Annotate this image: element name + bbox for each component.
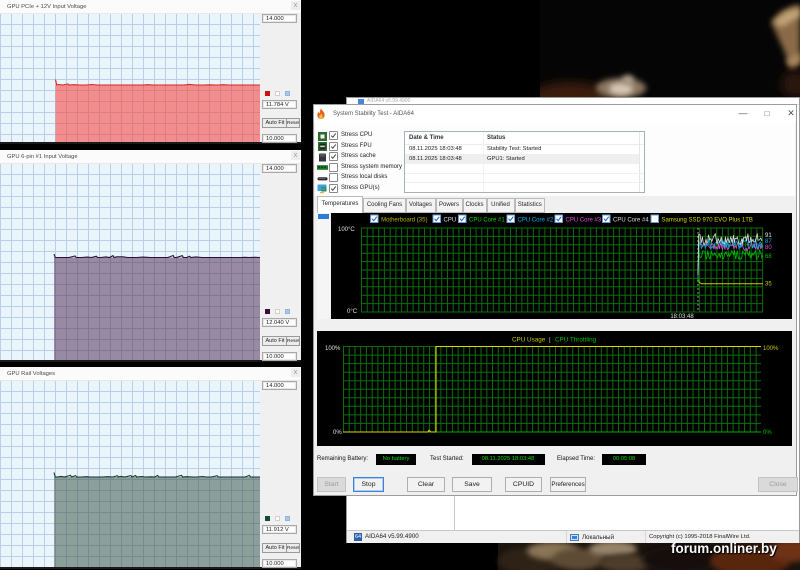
svg-text:80: 80 bbox=[765, 245, 772, 251]
svg-text:0°C: 0°C bbox=[347, 309, 358, 315]
svg-text:CPU Throttling: CPU Throttling bbox=[555, 337, 597, 344]
svg-text:100%: 100% bbox=[325, 346, 341, 352]
svg-text:Samsung SSD 970 EVO Plus 1TB: Samsung SSD 970 EVO Plus 1TB bbox=[662, 218, 753, 224]
svg-text:CPU Usage: CPU Usage bbox=[512, 337, 546, 344]
svg-text:CPU: CPU bbox=[444, 218, 457, 224]
svg-text:CPU Core #4: CPU Core #4 bbox=[613, 218, 649, 224]
svg-text:68: 68 bbox=[765, 254, 772, 260]
svg-text:CPU Core #3: CPU Core #3 bbox=[566, 218, 602, 224]
svg-text:18:03:48: 18:03:48 bbox=[670, 314, 694, 319]
svg-text:CPU Core #1: CPU Core #1 bbox=[469, 218, 505, 224]
svg-text:0%: 0% bbox=[763, 430, 772, 436]
svg-text:35: 35 bbox=[765, 282, 772, 288]
svg-text:CPU Core #2: CPU Core #2 bbox=[518, 218, 554, 224]
svg-text:Motherboard (35): Motherboard (35) bbox=[381, 218, 427, 224]
svg-text:100%: 100% bbox=[763, 346, 779, 352]
svg-text:0%: 0% bbox=[333, 430, 342, 436]
svg-text:100°C: 100°C bbox=[338, 227, 355, 233]
